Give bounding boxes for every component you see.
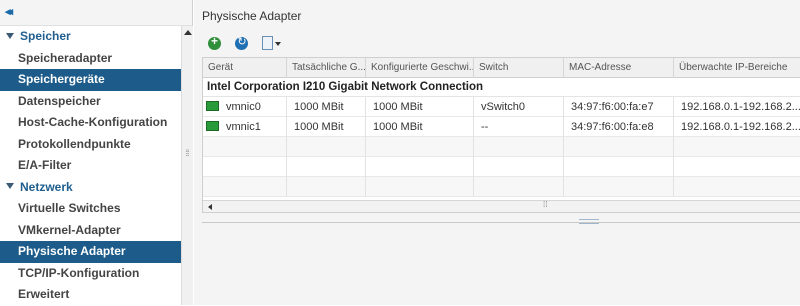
- horizontal-scrollbar[interactable]: ⁞⁞: [203, 200, 800, 212]
- pane-divider: [202, 222, 800, 223]
- refresh-button[interactable]: [233, 35, 251, 52]
- column-header-mac-adresse[interactable]: MAC-Adresse: [564, 58, 674, 78]
- cell-switch: --: [474, 117, 564, 137]
- empty-cell: [203, 177, 287, 197]
- cell-text: vmnic0: [226, 101, 261, 113]
- empty-row: [203, 177, 800, 197]
- sidebar-item-speicheradapter[interactable]: Speicheradapter: [0, 48, 181, 70]
- empty-cell: [366, 177, 474, 197]
- sidebar-item-erweitert[interactable]: Erweitert: [0, 284, 181, 306]
- add-networking-icon: [208, 34, 221, 50]
- section-header-speicher[interactable]: Speicher: [0, 26, 181, 48]
- cell-device: vmnic1: [203, 117, 287, 137]
- empty-cell: [564, 137, 674, 157]
- pane-resize-grip-icon[interactable]: [579, 219, 599, 224]
- sidebar-item-vmkernel-adapter[interactable]: VMkernel-Adapter: [0, 220, 181, 242]
- cell-text: vmnic1: [226, 121, 261, 133]
- export-button[interactable]: [261, 36, 281, 52]
- network-adapter-icon: [206, 101, 219, 112]
- sidebar-list: Speicher Speicheradapter Speichergeräte …: [0, 26, 181, 306]
- cell-ip-ranges: 192.168.0.1-192.168.2...: [681, 101, 800, 113]
- table-row[interactable]: vmnic1 1000 MBit 1000 MBit -- 34:97:f6:0…: [203, 117, 800, 137]
- sidebar-item-virtuelle-switches[interactable]: Virtuelle Switches: [0, 198, 181, 220]
- sidebar-header: ◂◂: [0, 0, 192, 26]
- column-header-geraet[interactable]: Gerät: [203, 58, 287, 78]
- navigator-sidebar: ◂◂ Speicher Speicheradapter Speichergerä…: [0, 0, 193, 305]
- empty-cell: [287, 157, 366, 177]
- empty-row: [203, 137, 800, 157]
- pane-splitter-grip-icon[interactable]: ⁞⁞: [182, 148, 192, 158]
- cell-configured-speed: 1000 MBit: [366, 97, 474, 117]
- cell-ip-ranges: 192.168.0.1-192.168.2...: [681, 121, 800, 133]
- expand-triangle-icon[interactable]: [6, 32, 14, 39]
- sidebar-item-host-cache[interactable]: Host-Cache-Konfiguration: [0, 112, 181, 134]
- section-header-netzwerk[interactable]: Netzwerk: [0, 177, 181, 199]
- empty-cell: [203, 157, 287, 177]
- sidebar-item-ea-filter[interactable]: E/A-Filter: [0, 155, 181, 177]
- refresh-icon: [235, 35, 249, 50]
- empty-cell: [564, 157, 674, 177]
- cell-configured-speed: 1000 MBit: [366, 117, 474, 137]
- empty-cell: [474, 157, 564, 177]
- cell-actual-speed: 1000 MBit: [287, 97, 366, 117]
- empty-cell: [564, 177, 674, 197]
- scroll-left-arrow-icon[interactable]: [208, 204, 212, 210]
- empty-cell: [474, 177, 564, 197]
- sidebar-item-physische-adapter[interactable]: Physische Adapter: [0, 241, 181, 263]
- column-header-konfigurierte-geschwindigkeit[interactable]: Konfigurierte Geschwi...: [366, 58, 474, 78]
- expand-triangle-icon[interactable]: [6, 183, 14, 190]
- empty-cell: [366, 157, 474, 177]
- empty-cell: [366, 137, 474, 157]
- column-header-tatsaechliche-geschwindigkeit[interactable]: Tatsächliche G...: [287, 58, 366, 78]
- cell-device: vmnic0: [203, 97, 287, 117]
- main-panel: Physische Adapter Gerät Tatsächliche G..…: [194, 0, 800, 305]
- column-header-ueberwachte-ip-bereiche[interactable]: Überwachte IP-Bereiche: [674, 58, 800, 78]
- table-row[interactable]: vmnic0 1000 MBit 1000 MBit vSwitch0 34:9…: [203, 97, 800, 117]
- network-adapter-icon: [206, 121, 219, 132]
- group-row: Intel Corporation I210 Gigabit Network C…: [203, 78, 800, 97]
- sidebar-item-speichergeraete[interactable]: Speichergeräte: [0, 69, 181, 91]
- adapters-table: Gerät Tatsächliche G... Konfigurierte Ge…: [202, 57, 800, 213]
- sidebar-item-datenspeicher[interactable]: Datenspeicher: [0, 91, 181, 113]
- add-networking-button[interactable]: [206, 34, 224, 52]
- chevron-down-icon: [274, 42, 281, 46]
- sidebar-item-protokollendpunkte[interactable]: Protokollendpunkte: [0, 134, 181, 156]
- scrollbar-grip-icon[interactable]: ⁞⁞: [543, 200, 547, 209]
- column-header-switch[interactable]: Switch: [474, 58, 564, 78]
- section-title: Netzwerk: [20, 179, 73, 194]
- cell-actual-speed: 1000 MBit: [287, 117, 366, 137]
- collapse-icon[interactable]: ◂◂: [5, 5, 13, 18]
- empty-cell: [474, 137, 564, 157]
- toolbar: [206, 34, 285, 54]
- empty-cell: [287, 137, 366, 157]
- export-icon: [261, 36, 273, 50]
- scroll-up-arrow-icon[interactable]: [184, 30, 192, 35]
- table-header: Gerät Tatsächliche G... Konfigurierte Ge…: [203, 58, 800, 78]
- page-title: Physische Adapter: [202, 9, 302, 23]
- sidebar-item-tcpip-konfiguration[interactable]: TCP/IP-Konfiguration: [0, 263, 181, 285]
- cell-mac: 34:97:f6:00:fa:e8: [564, 117, 674, 137]
- empty-row: [203, 157, 800, 177]
- cell-mac: 34:97:f6:00:fa:e7: [564, 97, 674, 117]
- empty-cell: [287, 177, 366, 197]
- empty-cell: [203, 137, 287, 157]
- section-title: Speicher: [20, 29, 71, 43]
- sidebar-scrollbar[interactable]: [181, 26, 193, 305]
- cell-switch: vSwitch0: [474, 97, 564, 117]
